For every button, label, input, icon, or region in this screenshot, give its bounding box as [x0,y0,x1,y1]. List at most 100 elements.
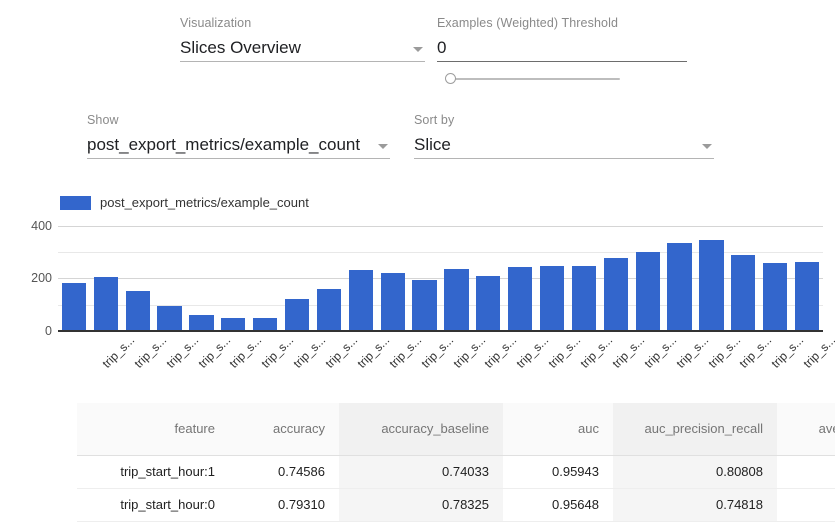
table-row[interactable]: trip_start_hour:1 0.74586 0.74033 0.9594… [77,455,835,489]
x-axis-tick-label: trip_s... [195,333,233,371]
slider-thumb[interactable] [445,73,456,84]
chevron-down-icon[interactable] [413,47,423,52]
y-axis-tick-label: 200 [31,271,52,286]
slices-overview-chart: post_export_metrics/example_count 0 200 40… [0,185,835,395]
x-axis-tick-label: trip_s... [163,333,201,371]
x-axis-tick-label: trip_s... [354,333,393,371]
chart-bar[interactable] [508,266,533,331]
cell-accuracy-baseline: 0.74033 [339,455,503,489]
chart-bar[interactable] [380,272,405,331]
cell-average-loss: 0.324 [777,488,835,522]
x-axis-tick-label: trip_s... [322,333,361,371]
chart-bar[interactable] [444,268,469,331]
visualization-control: Visualization Slices Overview [180,16,425,62]
slider-track[interactable] [453,78,620,80]
legend-label: post_export_metrics/example_count [100,195,309,210]
x-axis-tick-label: trip_s... [290,333,329,371]
x-axis-tick-label: trip_s... [641,333,680,371]
column-header-auc[interactable]: auc [503,403,613,456]
chevron-down-icon[interactable] [378,144,388,149]
y-axis-tick-label: 0 [45,324,52,338]
chart-legend: post_export_metrics/example_count [60,195,309,210]
chart-bar[interactable] [539,266,565,331]
chart-bar[interactable] [125,290,150,331]
chart-bar[interactable] [763,263,788,331]
cell-feature: trip_start_hour:1 [77,455,229,489]
chart-bar[interactable] [603,258,628,331]
chart-bars [58,218,823,331]
sort-by-value: Slice [414,135,451,154]
chart-bar[interactable] [667,243,692,331]
x-axis-tick-label: trip_s... [386,333,425,371]
x-axis-tick-label: trip_s... [481,333,520,371]
cell-accuracy: 0.79310 [229,488,339,522]
visualization-label: Visualization [180,16,252,30]
table-row[interactable]: trip_start_hour:0 0.79310 0.78325 0.9564… [77,488,835,522]
show-value: post_export_metrics/example_count [87,135,361,154]
chart-bar[interactable] [284,298,310,331]
chart-bar[interactable] [412,279,437,331]
x-axis-tick-label: trip_s... [577,333,616,371]
chevron-down-icon[interactable] [702,144,712,149]
chart-x-axis-labels: trip_s... trip_s... trip_s... trip_s... trip… [58,333,835,388]
chart-bar[interactable] [157,305,182,331]
show-select[interactable]: post_export_metrics/example_count [87,131,390,159]
x-axis-tick-label: trip_s... [99,333,138,371]
x-axis-tick-label: trip_s... [705,333,743,371]
sort-by-select[interactable]: Slice [414,131,714,159]
x-axis-tick-label: trip_s... [450,333,488,371]
threshold-label: Examples (Weighted) Threshold [437,16,618,30]
visualization-value: Slices Overview [180,38,301,57]
chart-bar[interactable] [93,277,118,331]
column-header-accuracy-baseline[interactable]: accuracy_baseline [339,403,503,456]
cell-auc: 0.95943 [503,455,613,489]
x-axis-tick-label: trip_s... [609,333,648,371]
x-axis-tick-label: trip_s... [513,333,552,371]
threshold-control: Examples (Weighted) Threshold 0 [437,16,687,62]
chart-x-axis [58,330,823,332]
chart-bar[interactable] [794,261,820,331]
x-axis-tick-label: trip_s... [768,333,807,371]
chart-bar[interactable] [731,254,756,331]
chart-bar[interactable] [699,240,724,331]
sort-by-label: Sort by [414,113,455,127]
chart-bar[interactable] [316,289,342,331]
chart-plot-area [58,218,823,332]
cell-feature: trip_start_hour:0 [77,488,229,522]
x-axis-tick-label: trip_s... [545,333,584,371]
threshold-slider[interactable] [445,72,620,86]
chart-bar[interactable] [476,275,501,331]
x-axis-tick-label: trip_s... [131,333,170,371]
chart-bar[interactable] [348,269,373,331]
threshold-input[interactable]: 0 [437,34,687,62]
chart-bar[interactable] [635,252,660,331]
table-header-row: feature accuracy accuracy_baseline auc a… [77,403,835,456]
legend-swatch-icon [60,195,91,210]
show-control: Show post_export_metrics/example_count [87,113,390,159]
cell-auc: 0.95648 [503,488,613,522]
x-axis-tick-label: trip_s... [800,333,835,371]
cell-accuracy: 0.74586 [229,455,339,489]
cell-auc-precision-recall: 0.80808 [613,455,777,489]
x-axis-tick-label: trip_s... [258,333,297,371]
column-header-feature[interactable]: feature [77,403,229,456]
chart-bar[interactable] [571,265,597,331]
cell-average-loss: 0.358 [777,455,835,489]
show-label: Show [87,113,119,127]
column-header-auc-precision-recall[interactable]: auc_precision_recall [613,403,777,456]
column-header-accuracy[interactable]: accuracy [229,403,339,456]
chart-bar[interactable] [61,283,87,331]
threshold-value: 0 [437,38,447,57]
x-axis-tick-label: trip_s... [418,333,456,371]
cell-auc-precision-recall: 0.74818 [613,488,777,522]
column-header-average-loss[interactable]: average_lo [777,403,835,456]
sort-by-control: Sort by Slice [414,113,714,159]
x-axis-tick-label: trip_s... [736,333,775,371]
slice-metrics-table: feature accuracy accuracy_baseline auc a… [77,403,835,522]
x-axis-tick-label: trip_s... [673,333,711,371]
y-axis-tick-label: 400 [31,218,52,233]
chart-bar[interactable] [189,314,214,331]
cell-accuracy-baseline: 0.78325 [339,488,503,522]
visualization-select[interactable]: Slices Overview [180,34,425,62]
x-axis-tick-label: trip_s... [226,333,265,371]
